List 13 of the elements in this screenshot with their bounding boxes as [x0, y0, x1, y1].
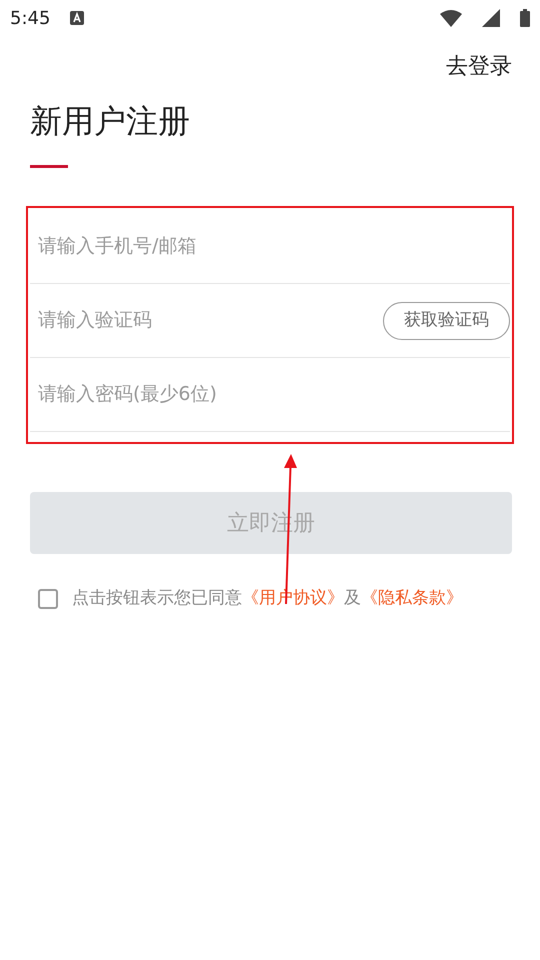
wifi-icon	[440, 9, 462, 27]
battery-icon	[520, 9, 530, 27]
get-code-button[interactable]: 获取验证码	[383, 302, 510, 340]
page-title: 新用户注册	[30, 101, 190, 142]
notification-icon	[70, 11, 84, 25]
input-field[interactable]: 请输入密码(最少6位)	[38, 380, 510, 409]
status-time: 5:45	[10, 6, 50, 30]
input-field[interactable]: 请输入验证码	[38, 306, 383, 335]
agreement-checkbox[interactable]	[38, 588, 58, 609]
login-link[interactable]: 去登录	[446, 50, 512, 83]
input-field[interactable]: 请输入手机号/邮箱	[38, 232, 510, 261]
privacy-policy-link[interactable]: 《隐私条款》	[361, 588, 463, 608]
signal-icon	[482, 9, 500, 27]
